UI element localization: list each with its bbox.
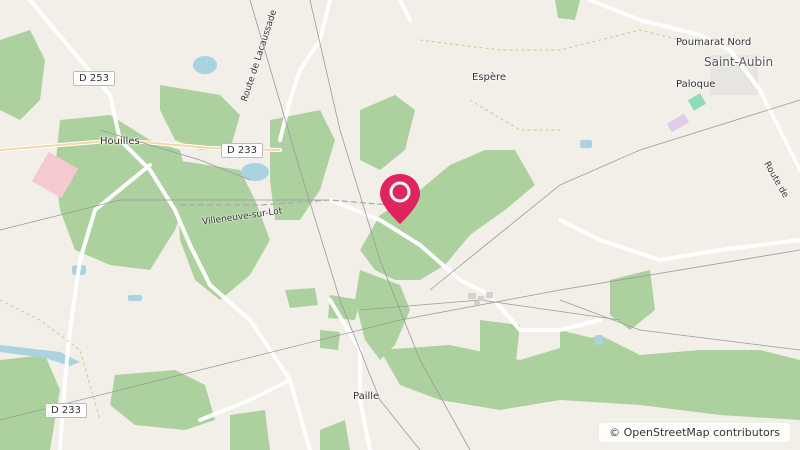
place-label-saint-aubin: Saint-Aubin	[704, 55, 774, 69]
map-attribution[interactable]: © OpenStreetMap contributors	[599, 423, 790, 442]
map-view[interactable]: Houilles Espère Poumarat Nord Saint-Aubi…	[0, 0, 800, 450]
map-pin-icon[interactable]	[378, 172, 422, 226]
road-shield-d253: D 253	[73, 71, 115, 86]
place-label-paille: Paille	[353, 391, 380, 402]
road-shield-d233: D 233	[221, 143, 263, 158]
road-shield-d233-south: D 233	[45, 403, 87, 418]
place-label-houilles: Houilles	[100, 136, 140, 147]
place-label-paloque: Paloque	[676, 79, 716, 90]
place-label-poumarat-nord: Poumarat Nord	[676, 37, 752, 48]
place-label-espere: Espère	[472, 72, 507, 83]
